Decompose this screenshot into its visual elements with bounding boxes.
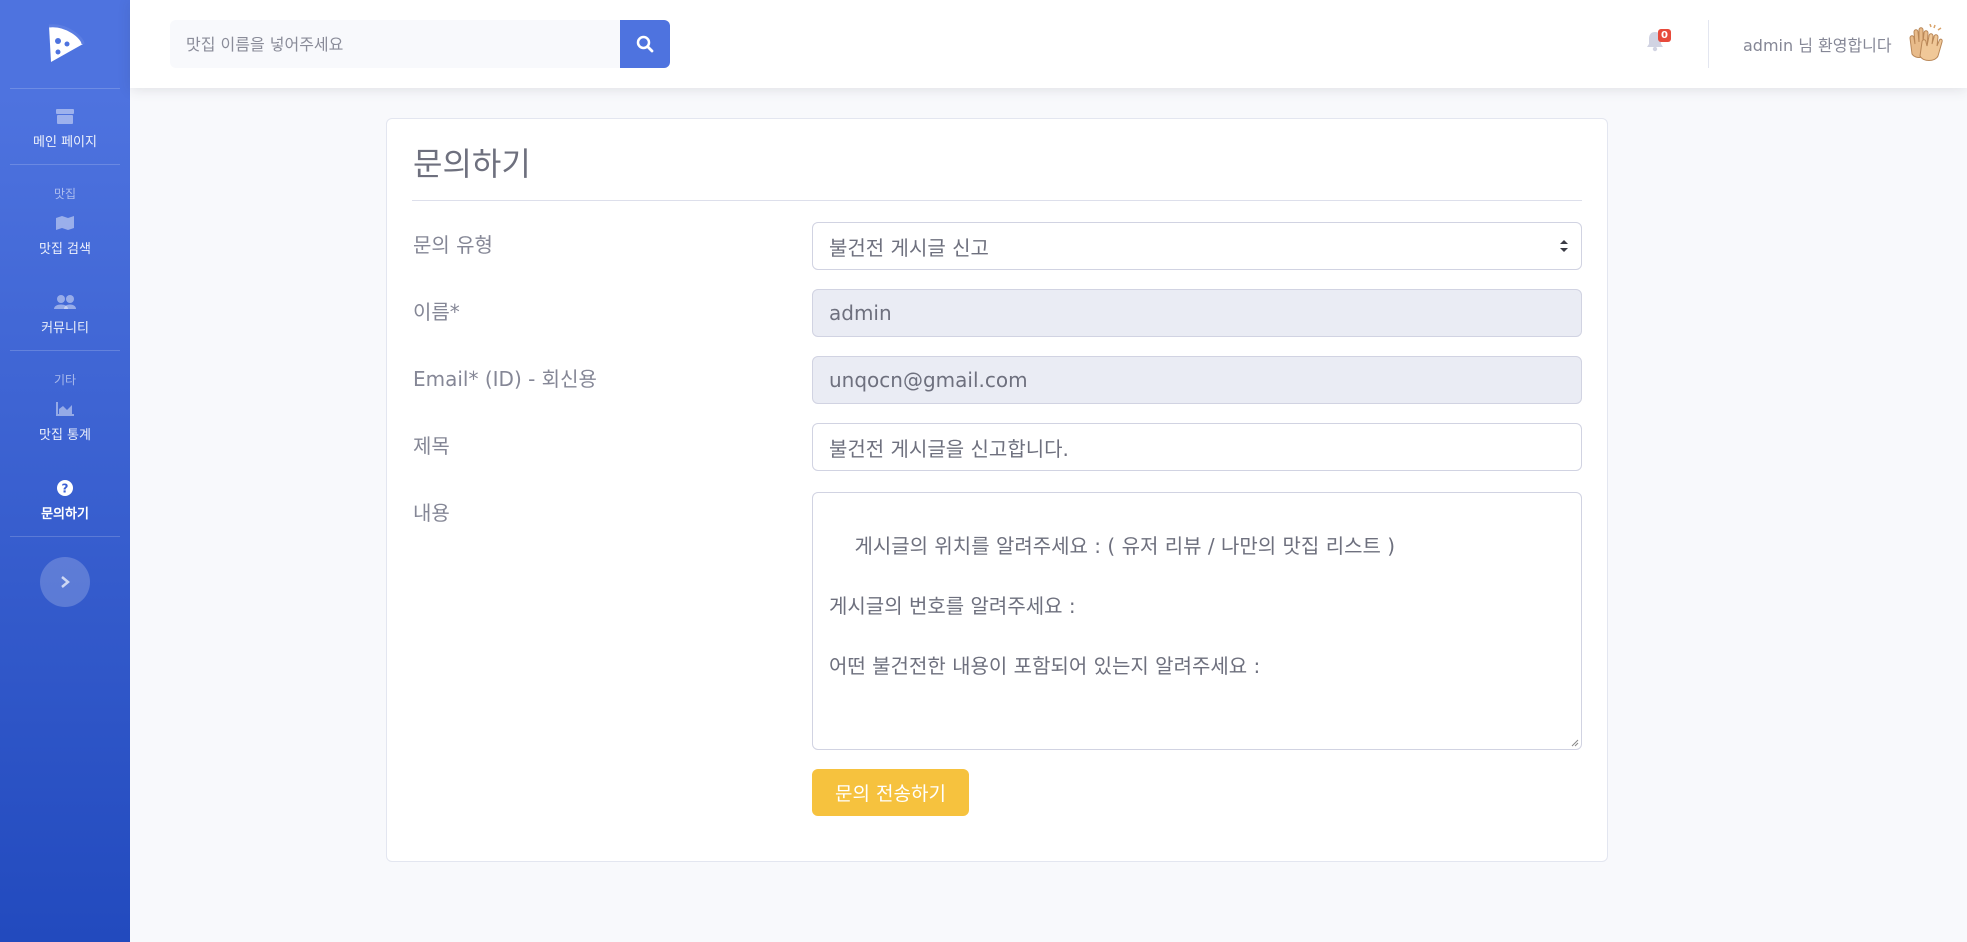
sidebar-heading-etc: 기타 (53, 373, 77, 387)
inquiry-type-select[interactable]: 불건전 게시글 신고 (812, 222, 1582, 270)
search-input[interactable] (170, 20, 620, 68)
email-field[interactable]: unqocn@gmail.com (812, 356, 1582, 404)
user-menu[interactable]: admin 님 환영합니다 (1743, 20, 1944, 68)
subject-value: 불건전 게시글을 신고합니다. (829, 436, 1069, 461)
users-icon (53, 293, 77, 311)
notification-count-badge: 0 (1658, 29, 1671, 42)
resize-grip-icon[interactable] (1569, 737, 1579, 747)
store-icon (55, 107, 75, 125)
notifications-button[interactable]: 0 (1645, 29, 1671, 54)
sidebar-item-search[interactable]: 맛집 검색 (0, 202, 130, 271)
clapping-hands-icon (1909, 24, 1943, 61)
name-label: 이름* (413, 300, 460, 324)
chevron-right-icon (61, 576, 70, 588)
svg-text:?: ? (62, 482, 69, 496)
content-label: 내용 (413, 501, 450, 525)
inquiry-type-label: 문의 유형 (413, 233, 493, 257)
sidebar-heading-restaurants: 맛집 (53, 187, 77, 201)
pizza-logo-icon (48, 24, 85, 63)
page-title: 문의하기 (413, 145, 531, 183)
user-greeting: admin 님 환영합니다 (1743, 36, 1892, 55)
inquiry-type-value: 불건전 게시글 신고 (829, 235, 989, 260)
map-icon (55, 214, 75, 232)
subject-label: 제목 (413, 434, 450, 458)
select-arrows-icon (1560, 240, 1568, 252)
sidebar-divider (10, 536, 120, 537)
topbar: 0 admin 님 환영합니다 (130, 0, 1967, 88)
sidebar-toggle-button[interactable] (40, 557, 90, 607)
search-icon (636, 35, 654, 53)
name-field[interactable]: admin (812, 289, 1582, 337)
search-button[interactable] (620, 20, 670, 68)
topbar-divider (1708, 20, 1709, 68)
chart-area-icon (55, 400, 75, 418)
sidebar-item-main[interactable]: 메인 페이지 (0, 89, 130, 164)
sidebar-item-community[interactable]: 커뮤니티 (0, 271, 130, 350)
sidebar-item-label: 맛집 통계 (39, 428, 91, 443)
email-label: Email* (ID) - 회신용 (413, 367, 597, 391)
inquiry-form-card: 문의하기 문의 유형 불건전 게시글 신고 이름* admin Email* (… (386, 118, 1608, 862)
search-bar (170, 20, 670, 68)
content-textarea[interactable]: 게시글의 위치를 알려주세요 : ( 유저 리뷰 / 나만의 맛집 리스트 ) … (812, 492, 1582, 750)
content-value: 게시글의 위치를 알려주세요 : ( 유저 리뷰 / 나만의 맛집 리스트 ) … (829, 534, 1396, 678)
sidebar-item-stats[interactable]: 맛집 통계 (0, 388, 130, 457)
sidebar-item-label: 맛집 검색 (39, 242, 91, 257)
sidebar-item-label: 문의하기 (41, 507, 89, 522)
title-divider (412, 200, 1582, 201)
email-value: unqocn@gmail.com (829, 368, 1028, 392)
name-value: admin (829, 301, 892, 325)
question-circle-icon: ? (56, 479, 74, 497)
sidebar: 메인 페이지 맛집 맛집 검색 커뮤니티 기타 맛집 통계 ? 문의하기 (0, 0, 130, 942)
sidebar-item-label: 커뮤니티 (41, 321, 89, 336)
subject-field[interactable]: 불건전 게시글을 신고합니다. (812, 423, 1582, 471)
sidebar-item-inquiry[interactable]: ? 문의하기 (0, 457, 130, 536)
brand-logo[interactable] (0, 0, 130, 88)
sidebar-item-label: 메인 페이지 (33, 135, 97, 150)
submit-inquiry-button[interactable]: 문의 전송하기 (812, 769, 969, 816)
